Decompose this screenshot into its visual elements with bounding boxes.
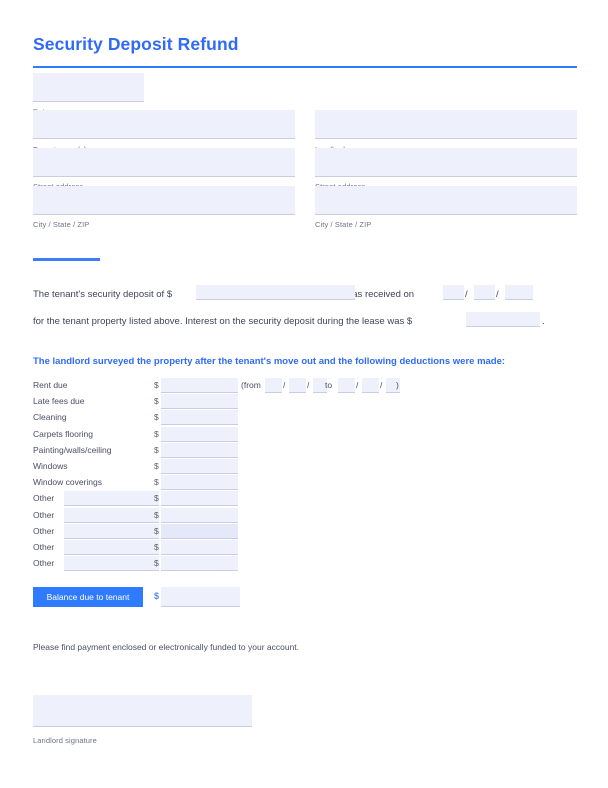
landlord-name-input[interactable] [315, 110, 577, 139]
date-slash-icon: / [283, 380, 286, 390]
deduction-amount-input[interactable] [161, 394, 238, 410]
currency-symbol: $ [154, 509, 159, 520]
range-close-paren: ) [396, 380, 399, 390]
deduction-row: Other $ [33, 523, 433, 540]
rent-due-date-range: (from / / to / /) [33, 378, 433, 394]
currency-symbol: $ [154, 428, 159, 439]
deduction-other-label-input[interactable] [64, 491, 159, 507]
currency-symbol: $ [154, 493, 159, 504]
rent-to-month-input[interactable] [338, 378, 355, 393]
deduction-other-label-input[interactable] [64, 556, 159, 572]
deduction-label: Painting/walls/ceiling [33, 444, 112, 455]
closing-text: Please find payment enclosed or electron… [33, 642, 300, 652]
deduction-row: Windows $ [33, 458, 433, 475]
deduction-amount-input[interactable] [161, 539, 238, 555]
deduction-label: Other [33, 525, 55, 536]
deduction-amount-input[interactable] [161, 410, 238, 426]
received-date-year-input[interactable] [505, 285, 533, 300]
range-from-label: (from [241, 380, 261, 390]
currency-symbol: $ [154, 525, 159, 536]
deduction-label: Other [33, 493, 55, 504]
date-input[interactable] [33, 73, 144, 102]
landlord-signature-label: Landlord signature [33, 736, 97, 745]
currency-symbol: $ [154, 444, 159, 455]
deduction-row: Painting/walls/ceiling $ [33, 442, 433, 459]
date-slash-icon: / [307, 380, 310, 390]
deduction-row: Window coverings $ [33, 475, 433, 491]
deduction-label: Other [33, 558, 55, 569]
deposit-received-text: was received on [345, 289, 415, 300]
tenant-city-state-zip-label: City / State / ZIP [33, 220, 90, 229]
landlord-signature-input[interactable] [33, 695, 252, 727]
deduction-label: Late fees due [33, 396, 85, 407]
deduction-row: Other $ [33, 556, 433, 572]
deduction-row: Other $ [33, 507, 433, 524]
rent-from-day-input[interactable] [289, 378, 306, 393]
tenant-street-address-input[interactable] [33, 148, 295, 177]
currency-symbol: $ [154, 396, 159, 407]
tenant-city-state-zip-input[interactable] [33, 186, 295, 215]
currency-symbol: $ [154, 477, 159, 488]
range-to-label: to [325, 380, 333, 390]
landlord-city-state-zip-label: City / State / ZIP [315, 220, 372, 229]
deposit-statement-line-2: for the tenant property listed above. In… [33, 316, 413, 327]
landlord-street-address-input[interactable] [315, 148, 577, 177]
date-slash-icon: / [380, 380, 383, 390]
deposit-amount-input[interactable] [196, 285, 355, 300]
deduction-label: Windows [33, 460, 68, 471]
deduction-other-label-input[interactable] [64, 539, 159, 555]
deposit-statement-prefix: The tenant's security deposit of $ [33, 289, 173, 300]
title-divider [33, 66, 577, 68]
deduction-row: Late fees due $ [33, 394, 433, 410]
deduction-row: Other $ [33, 539, 433, 556]
currency-symbol: $ [154, 541, 159, 552]
date-slash-icon: / [356, 380, 359, 390]
date-slash-icon: / [496, 289, 499, 300]
deduction-label: Cleaning [33, 412, 67, 423]
date-slash-icon: / [465, 289, 468, 300]
deduction-row: Other $ [33, 491, 433, 507]
deduction-row: Rent due $ (from / / to / /) [33, 378, 433, 394]
deduction-label: Carpets flooring [33, 428, 94, 439]
interest-amount-input[interactable] [466, 312, 540, 327]
balance-due-label: Balance due to tenant [33, 587, 143, 607]
deductions-heading: The landlord surveyed the property after… [33, 356, 506, 367]
page-title: Security Deposit Refund [33, 34, 239, 54]
currency-symbol: $ [154, 460, 159, 471]
landlord-city-state-zip-input[interactable] [315, 186, 577, 215]
received-date-month-input[interactable] [443, 285, 464, 300]
deduction-other-label-input[interactable] [64, 507, 159, 523]
document-page: Security Deposit Refund Date Tenant name… [0, 0, 608, 788]
deduction-row: Cleaning $ [33, 410, 433, 426]
deduction-amount-input[interactable] [161, 491, 238, 507]
deduction-amount-input[interactable] [161, 442, 238, 458]
received-date-day-input[interactable] [474, 285, 495, 300]
deduction-amount-input[interactable] [161, 507, 238, 523]
deduction-amount-input[interactable] [161, 556, 238, 572]
section-divider [33, 258, 100, 261]
tenant-name-input[interactable] [33, 110, 295, 139]
deduction-label: Window coverings [33, 477, 102, 488]
rent-from-month-input[interactable] [265, 378, 282, 393]
balance-amount-input[interactable] [161, 587, 240, 607]
deduction-row: Carpets flooring $ [33, 426, 433, 443]
rent-to-day-input[interactable] [362, 378, 379, 393]
currency-symbol: $ [154, 412, 159, 423]
currency-symbol: $ [154, 558, 159, 569]
deduction-amount-input[interactable] [161, 426, 238, 442]
deduction-label: Other [33, 509, 55, 520]
deduction-label: Other [33, 541, 55, 552]
deduction-other-label-input[interactable] [64, 523, 159, 539]
deductions-list: Rent due $ (from / / to / /) Late fees due $ Clean… [33, 378, 433, 572]
sentence-period: . [542, 316, 545, 327]
deduction-amount-input[interactable] [161, 475, 238, 491]
deduction-amount-input[interactable] [161, 458, 238, 474]
deduction-amount-input[interactable] [161, 523, 238, 539]
currency-symbol: $ [154, 591, 160, 601]
